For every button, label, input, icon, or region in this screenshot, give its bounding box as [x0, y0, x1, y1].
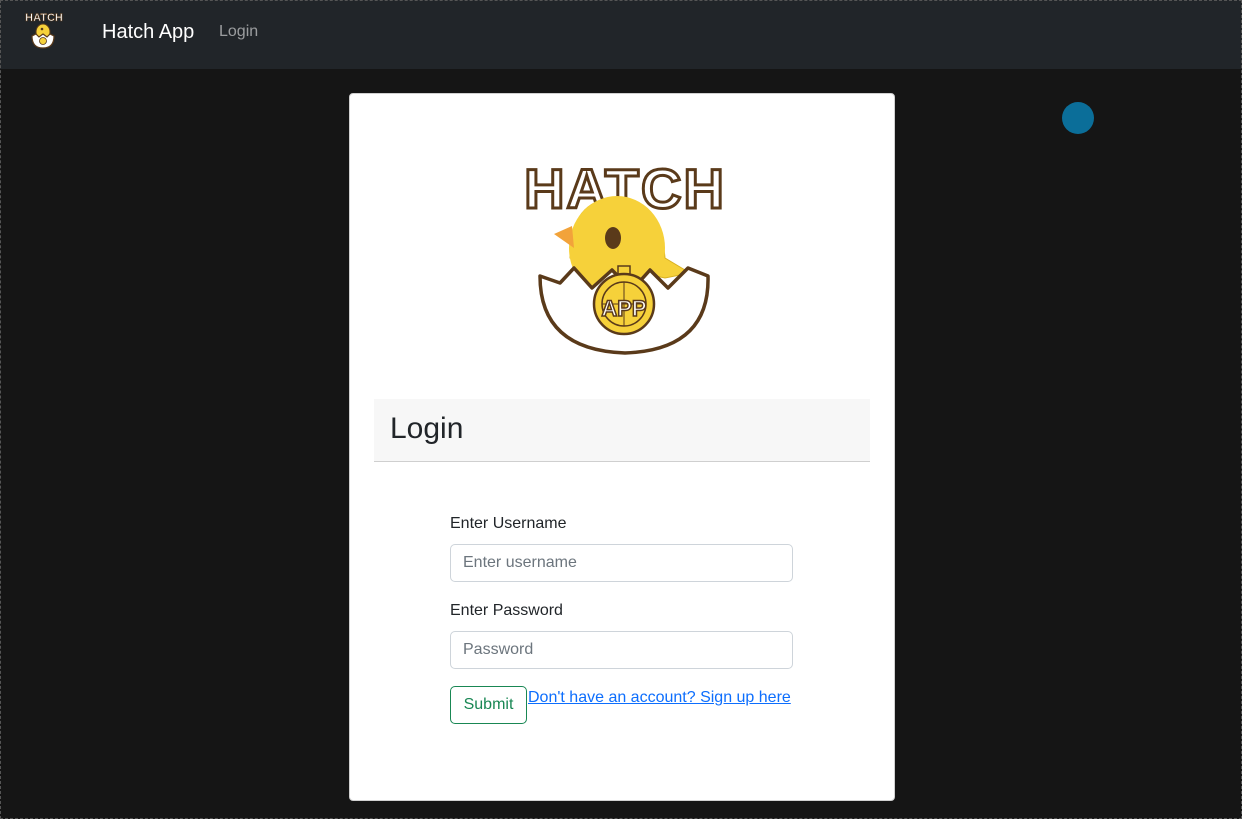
signup-link[interactable]: Don't have an account? Sign up here — [528, 688, 791, 708]
hatch-logo-icon[interactable]: HATCH — [22, 10, 66, 50]
hatch-app-logo-icon: HATCH APP — [523, 156, 725, 355]
top-navbar: HATCH Hatch App Login — [0, 0, 1242, 69]
password-input[interactable] — [450, 631, 793, 669]
brand-link[interactable]: Hatch App — [102, 20, 194, 44]
username-input[interactable] — [450, 544, 793, 582]
login-form: Enter Username Enter Password Submit Don… — [450, 514, 794, 726]
form-actions: Submit Don't have an account? Sign up he… — [450, 686, 794, 726]
page-title: Login — [390, 412, 464, 445]
circle-indicator-icon — [1062, 102, 1094, 134]
login-card: HATCH APP Login Enter Username Enter Pas… — [349, 93, 895, 801]
nav-link-login[interactable]: Login — [219, 22, 258, 42]
svg-text:HATCH: HATCH — [25, 12, 63, 24]
password-label: Enter Password — [450, 602, 563, 619]
svg-text:APP: APP — [601, 296, 646, 321]
card-header: Login — [374, 399, 870, 462]
username-label: Enter Username — [450, 515, 567, 532]
submit-button[interactable]: Submit — [450, 686, 527, 724]
